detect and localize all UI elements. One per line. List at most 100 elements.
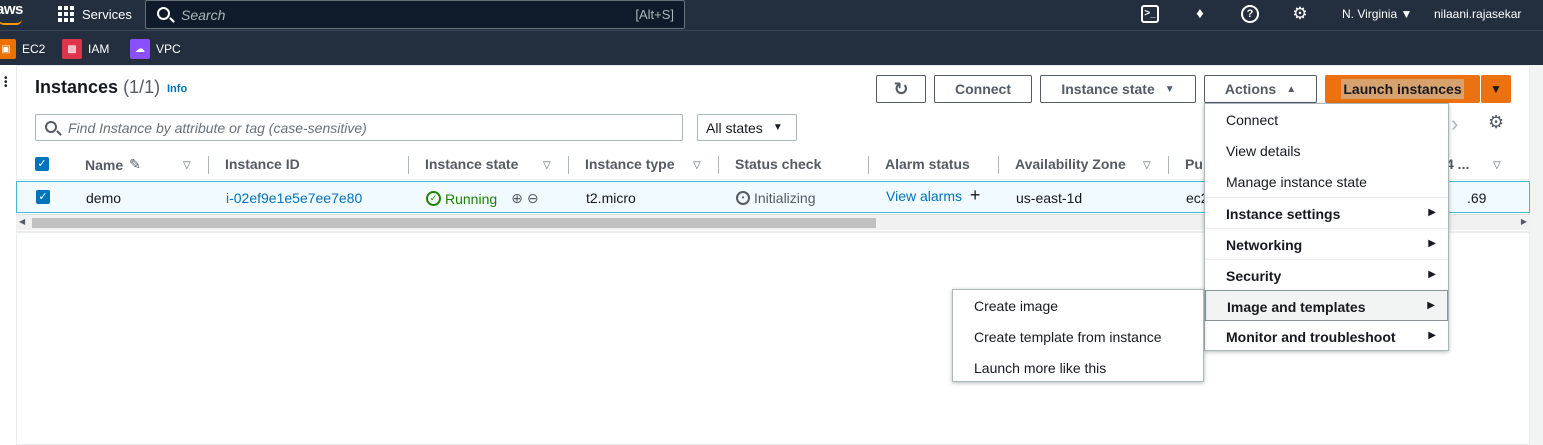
- submenu-item-create-template[interactable]: Create template from instance: [953, 321, 1203, 352]
- menu-item-monitor-and-troubleshoot[interactable]: Monitor and troubleshoot ▶: [1205, 321, 1448, 352]
- column-instance-type-label: Instance type: [585, 156, 675, 172]
- view-alarms-link[interactable]: View alarms: [886, 188, 962, 204]
- sort-icon[interactable]: ▽: [693, 160, 701, 171]
- column-instance-id[interactable]: Instance ID: [225, 156, 300, 172]
- state-filter-select[interactable]: All states ▼: [697, 114, 797, 141]
- menu-item-networking[interactable]: Networking ▶: [1205, 228, 1448, 259]
- cell-instance-id-link[interactable]: i-02ef9e1e5e7ee7e80: [226, 190, 362, 206]
- column-separator[interactable]: [1168, 156, 1169, 174]
- column-name-label: Name: [85, 156, 124, 173]
- check-circle-icon: ✓: [426, 191, 441, 206]
- column-separator[interactable]: [208, 156, 209, 174]
- notifications-bell-icon[interactable]: ♦: [1191, 5, 1209, 23]
- column-separator[interactable]: [568, 156, 569, 174]
- column-availability-zone[interactable]: Availability Zone: [1015, 156, 1126, 172]
- scroll-left-icon[interactable]: ◀: [19, 217, 25, 226]
- column-instance-state[interactable]: Instance state: [425, 156, 518, 172]
- sort-icon[interactable]: ▽: [1493, 160, 1501, 171]
- search-icon: [45, 121, 57, 133]
- submenu-item-label: Launch more like this: [974, 360, 1107, 376]
- instance-state-button[interactable]: Instance state ▼: [1040, 75, 1196, 103]
- user-account-menu[interactable]: nilaani.rajasekar: [1434, 7, 1521, 21]
- column-instance-type[interactable]: Instance type: [585, 156, 674, 172]
- menu-item-label: Manage instance state: [1226, 174, 1367, 190]
- column-status-check[interactable]: Status check: [735, 156, 821, 172]
- instance-search-input[interactable]: Find Instance by attribute or tag (case-…: [35, 114, 683, 141]
- settings-gear-icon[interactable]: ⚙: [1291, 5, 1309, 23]
- submenu-arrow-icon: ▶: [1427, 300, 1435, 311]
- favorite-vpc[interactable]: ☁ VPC: [130, 39, 181, 59]
- submenu-item-label: Create template from instance: [974, 329, 1162, 345]
- instance-count: (1/1): [123, 77, 161, 97]
- column-public-ipv4-label: 4 ...: [1446, 156, 1470, 172]
- launch-dropdown-button[interactable]: ▼: [1481, 75, 1511, 103]
- select-all-checkbox[interactable]: ✓: [35, 157, 49, 171]
- page-title: Instances (1/1): [35, 77, 160, 98]
- table-preferences-gear-icon[interactable]: ⚙: [1488, 112, 1504, 133]
- instance-state-value: Running: [445, 190, 498, 207]
- instance-search-placeholder: Find Instance by attribute or tag (case-…: [68, 120, 367, 136]
- aws-smile-icon: [0, 19, 22, 25]
- column-separator[interactable]: [998, 156, 999, 174]
- menu-item-view-details[interactable]: View details: [1205, 135, 1448, 166]
- ec2-icon: ▣: [0, 39, 16, 59]
- sort-icon[interactable]: ▽: [543, 160, 551, 171]
- connect-button[interactable]: Connect: [934, 75, 1032, 103]
- menu-item-security[interactable]: Security ▶: [1205, 259, 1448, 290]
- column-public-ipv4[interactable]: 4 ...: [1446, 156, 1469, 172]
- favorite-ec2[interactable]: ▣ EC2: [0, 39, 45, 59]
- services-label: Services: [82, 6, 132, 22]
- column-name[interactable]: Name ✎: [85, 156, 141, 173]
- caret-down-icon: ▼: [1490, 82, 1502, 96]
- cloudshell-icon[interactable]: >_: [1141, 5, 1159, 23]
- zoom-in-icon[interactable]: ⊕: [511, 190, 523, 207]
- add-alarm-icon[interactable]: +: [970, 185, 981, 205]
- zoom-out-icon[interactable]: ⊖: [527, 190, 539, 207]
- caret-up-icon: ▲: [1286, 83, 1297, 95]
- column-separator[interactable]: [408, 156, 409, 174]
- menu-item-label: Monitor and troubleshoot: [1226, 329, 1396, 345]
- clock-icon: •: [736, 191, 750, 205]
- region-selector[interactable]: N. Virginia ▼: [1342, 7, 1412, 21]
- services-menu-button[interactable]: Services: [58, 6, 132, 22]
- row-select-checkbox[interactable]: ✓: [36, 190, 50, 204]
- scrollbar-thumb[interactable]: [32, 218, 876, 228]
- region-caret-icon: ▼: [1400, 7, 1413, 21]
- top-navigation: aws Services Search [Alt+S] >_ ♦ ? ⚙ N. …: [0, 0, 1543, 30]
- menu-item-connect[interactable]: Connect: [1205, 104, 1448, 135]
- submenu-arrow-icon: ▶: [1428, 269, 1436, 280]
- sort-icon[interactable]: ▽: [1143, 160, 1151, 171]
- page-title-text: Instances: [35, 77, 119, 97]
- menu-item-manage-instance-state[interactable]: Manage instance state: [1205, 166, 1448, 197]
- sort-icon[interactable]: ▽: [183, 160, 191, 171]
- menu-item-label: View details: [1226, 143, 1301, 159]
- vpc-icon: ☁: [130, 39, 150, 59]
- column-alarm-status[interactable]: Alarm status: [885, 156, 970, 172]
- menu-item-instance-settings[interactable]: Instance settings ▶: [1205, 197, 1448, 228]
- info-link[interactable]: Info: [167, 83, 187, 95]
- side-nav-toggle[interactable]: • • •: [0, 65, 16, 445]
- next-page-icon[interactable]: ›: [1451, 111, 1458, 137]
- instance-state-label: Instance state: [1061, 81, 1155, 97]
- column-public-dns[interactable]: Pu: [1185, 156, 1203, 172]
- global-search-input[interactable]: Search [Alt+S]: [145, 0, 685, 29]
- submenu-item-create-image[interactable]: Create image: [953, 290, 1203, 321]
- refresh-button[interactable]: ↻: [876, 75, 926, 103]
- launch-instances-button[interactable]: Launch instances: [1325, 75, 1480, 103]
- image-templates-submenu: Create image Create template from instan…: [952, 289, 1204, 382]
- menu-item-image-and-templates[interactable]: Image and templates ▶: [1205, 290, 1448, 321]
- aws-logo[interactable]: aws: [0, 1, 23, 25]
- status-check-value: Initializing: [754, 190, 816, 206]
- favorite-vpc-label: VPC: [156, 42, 181, 56]
- help-icon[interactable]: ?: [1241, 5, 1259, 23]
- favorite-iam[interactable]: ▩ IAM: [62, 39, 109, 59]
- actions-button[interactable]: Actions ▲: [1204, 75, 1317, 103]
- cell-name: demo: [86, 190, 122, 206]
- menu-item-label: Instance settings: [1226, 206, 1341, 222]
- scroll-right-icon[interactable]: ▶: [1521, 217, 1527, 226]
- column-separator[interactable]: [718, 156, 719, 174]
- submenu-item-launch-more[interactable]: Launch more like this: [953, 352, 1203, 383]
- refresh-icon: ↻: [893, 78, 909, 99]
- launch-instances-label: Launch instances: [1341, 79, 1464, 99]
- column-separator[interactable]: [868, 156, 869, 174]
